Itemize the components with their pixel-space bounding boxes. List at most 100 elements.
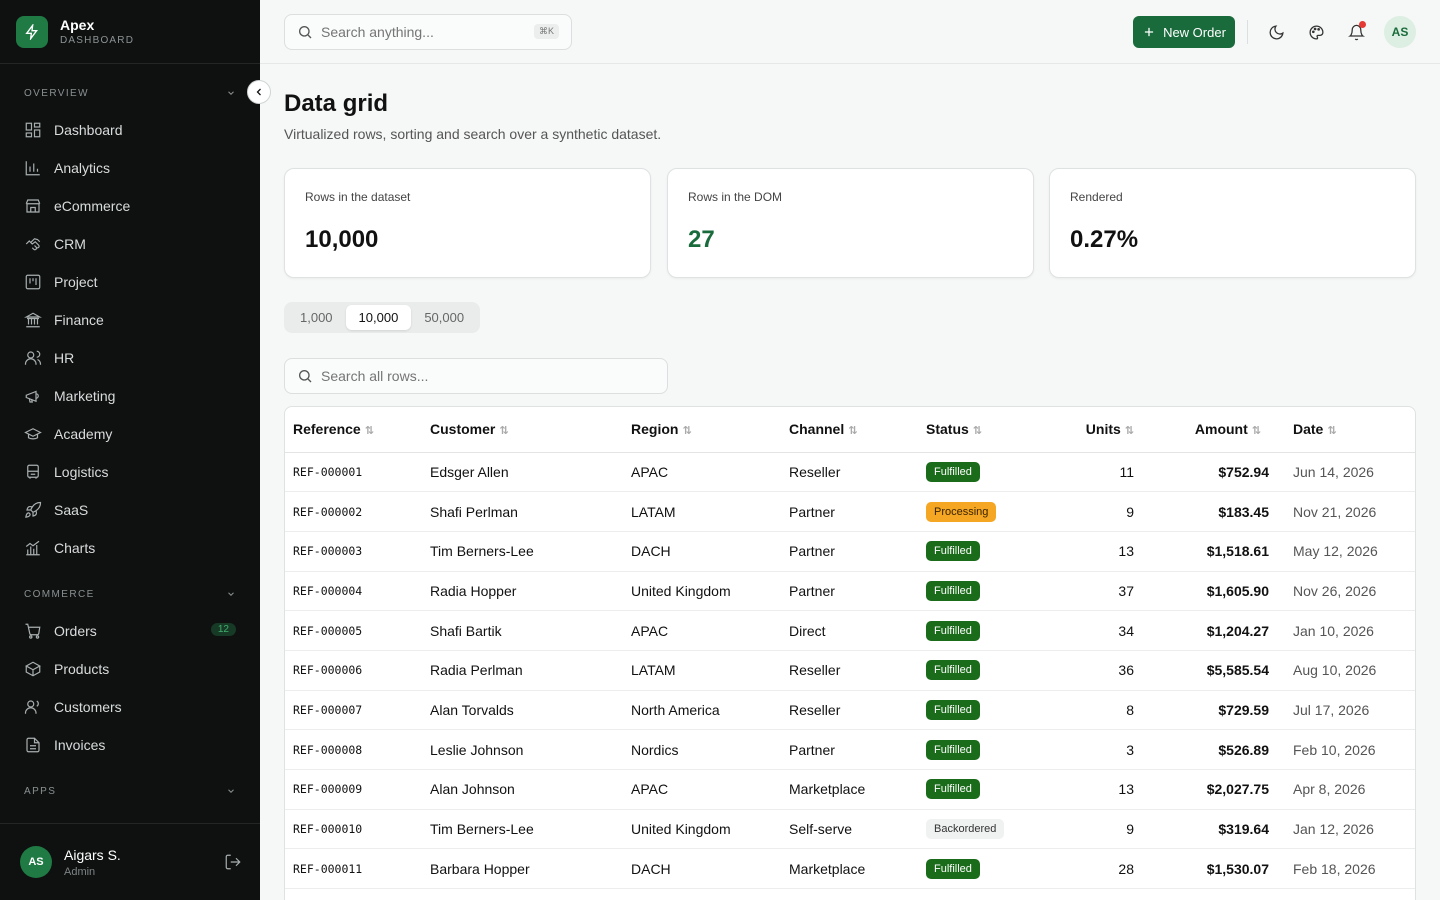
- avatar: AS: [20, 846, 52, 878]
- sidebar-item-customers[interactable]: Customers: [0, 688, 260, 726]
- grid-search-input[interactable]: [321, 368, 641, 384]
- user-profile[interactable]: AS Aigars S. Admin: [0, 823, 260, 900]
- sidebar-item-ecommerce[interactable]: eCommerce: [0, 187, 260, 225]
- section-title: APPS: [24, 785, 57, 797]
- search-icon: [299, 26, 312, 39]
- sidebar-item-mail[interactable]: Mail: [0, 815, 260, 823]
- megaphone-icon: [25, 390, 39, 403]
- page-subtitle: Virtualized rows, sorting and search ove…: [284, 126, 662, 142]
- column-header-units[interactable]: Units ⇅: [1055, 407, 1150, 453]
- cell-date: Nov 21, 2026: [1277, 491, 1415, 532]
- cell-status: Backordered: [918, 809, 1055, 850]
- sidebar-item-orders[interactable]: Orders 12: [0, 612, 260, 650]
- sidebar-item-label: Customers: [54, 699, 122, 715]
- cell-reference: REF-000002: [285, 491, 422, 532]
- sidebar: Apex DASHBOARD OVERVIEW Dashboard Analyt…: [0, 0, 260, 900]
- sidebar-item-crm[interactable]: CRM: [0, 225, 260, 263]
- stat-value: 0.27%: [1070, 226, 1139, 253]
- cell-channel: Self-serve: [781, 809, 918, 850]
- column-header-status[interactable]: Status ⇅: [918, 407, 1055, 453]
- table-row[interactable]: REF-000010 Tim Berners-Lee United Kingdo…: [285, 809, 1415, 850]
- sidebar-item-academy[interactable]: Academy: [0, 415, 260, 453]
- cell-customer: Tim Berners-Lee: [422, 531, 623, 572]
- table-row[interactable]: REF-000008 Leslie Johnson Nordics Partne…: [285, 729, 1415, 770]
- row-count-option[interactable]: 50,000: [411, 305, 477, 330]
- row-count-option[interactable]: 1,000: [287, 305, 346, 330]
- new-order-label: New Order: [1163, 24, 1226, 40]
- sidebar-item-charts[interactable]: Charts: [0, 529, 260, 567]
- sidebar-item-logistics[interactable]: Logistics: [0, 453, 260, 491]
- stat-label: Rendered: [1070, 190, 1123, 204]
- search-input[interactable]: [321, 24, 521, 40]
- sort-icon: ⇅: [1327, 425, 1337, 438]
- invoice-icon: [26, 737, 40, 753]
- table-row[interactable]: REF-000004 Radia Hopper United Kingdom P…: [285, 571, 1415, 612]
- sidebar-item-marketing[interactable]: Marketing: [0, 377, 260, 415]
- sidebar-item-project[interactable]: Project: [0, 263, 260, 301]
- global-search[interactable]: ⌘K: [284, 14, 572, 50]
- sidebar-item-analytics[interactable]: Analytics: [0, 149, 260, 187]
- sidebar-item-dashboard[interactable]: Dashboard: [0, 111, 260, 149]
- sidebar-item-products[interactable]: Products: [0, 650, 260, 688]
- status-badge: Fulfilled: [926, 779, 980, 800]
- sidebar-item-saas[interactable]: SaaS: [0, 491, 260, 529]
- table-row[interactable]: REF-000005 Shafi Bartik APAC Direct Fulf…: [285, 610, 1415, 651]
- status-badge: Fulfilled: [926, 620, 980, 641]
- cell-customer: Alan Johnson: [422, 769, 623, 810]
- logout-icon[interactable]: [224, 853, 242, 876]
- bell-icon[interactable]: [1344, 20, 1368, 44]
- cell-status: Fulfilled: [918, 610, 1055, 651]
- stat-label: Rows in the DOM: [688, 190, 783, 204]
- collapse-sidebar-button[interactable]: [247, 80, 271, 104]
- row-count-option[interactable]: 10,000: [345, 305, 412, 330]
- column-header-amount[interactable]: Amount ⇅: [1150, 407, 1277, 453]
- table-row[interactable]: REF-000002 Shafi Perlman LATAM Partner P…: [285, 491, 1415, 532]
- sort-icon: ⇅: [1124, 425, 1134, 438]
- column-label: Customer: [430, 421, 496, 438]
- section-overview[interactable]: OVERVIEW: [0, 83, 260, 103]
- user-avatar-button[interactable]: AS: [1384, 16, 1416, 48]
- brand-name: Apex: [60, 17, 95, 33]
- cell-date: Jan 12, 2026: [1277, 809, 1415, 850]
- bolt-icon: [16, 15, 48, 48]
- sidebar-item-finance[interactable]: Finance: [0, 301, 260, 339]
- rocket-icon: [25, 501, 42, 518]
- sidebar-item-invoices[interactable]: Invoices: [0, 726, 260, 764]
- cell-units: 13: [1055, 531, 1150, 572]
- column-header-channel[interactable]: Channel ⇅: [781, 407, 918, 453]
- sort-icon: ⇅: [499, 425, 509, 438]
- cell-status: Fulfilled: [918, 769, 1055, 810]
- palette-icon[interactable]: [1304, 20, 1328, 44]
- sidebar-item-hr[interactable]: HR: [0, 339, 260, 377]
- section-title: OVERVIEW: [24, 87, 89, 99]
- cell-region: APAC: [623, 769, 781, 810]
- cell-units: 9: [1055, 491, 1150, 532]
- cell-region: United Kingdom: [623, 809, 781, 850]
- graduation-cap-icon: [24, 428, 42, 440]
- new-order-button[interactable]: New Order: [1133, 16, 1235, 48]
- sidebar-item-label: Orders: [54, 623, 97, 639]
- table-row[interactable]: REF-000009 Alan Johnson APAC Marketplace…: [285, 769, 1415, 810]
- table-row[interactable]: REF-000007 Alan Torvalds North America R…: [285, 690, 1415, 731]
- cell-amount: $729.59: [1150, 690, 1277, 731]
- sort-icon: ⇅: [1251, 425, 1261, 438]
- column-header-reference[interactable]: Reference ⇅: [285, 407, 422, 453]
- cell-channel: Partner: [781, 491, 918, 532]
- brand[interactable]: Apex DASHBOARD: [0, 0, 260, 64]
- cell-customer: Shafi Bartik: [422, 610, 623, 651]
- table-row[interactable]: REF-000011 Barbara Hopper DACH Marketpla…: [285, 848, 1415, 890]
- grid-search[interactable]: [284, 358, 668, 394]
- cell-amount: $1,204.27: [1150, 610, 1277, 651]
- status-badge: Fulfilled: [926, 699, 980, 720]
- cell-date: Jun 14, 2026: [1277, 452, 1415, 493]
- column-header-date[interactable]: Date ⇅: [1277, 407, 1415, 453]
- section-apps[interactable]: APPS: [0, 781, 260, 801]
- column-header-region[interactable]: Region ⇅: [623, 407, 781, 453]
- table-row[interactable]: REF-000001 Edsger Allen APAC Reseller Fu…: [285, 452, 1415, 493]
- section-commerce[interactable]: COMMERCE: [0, 584, 260, 604]
- cell-status: Fulfilled: [918, 848, 1055, 890]
- column-header-customer[interactable]: Customer ⇅: [422, 407, 623, 453]
- table-row[interactable]: REF-000006 Radia Perlman LATAM Reseller …: [285, 650, 1415, 691]
- moon-icon[interactable]: [1264, 20, 1288, 44]
- table-row[interactable]: REF-000003 Tim Berners-Lee DACH Partner …: [285, 531, 1415, 572]
